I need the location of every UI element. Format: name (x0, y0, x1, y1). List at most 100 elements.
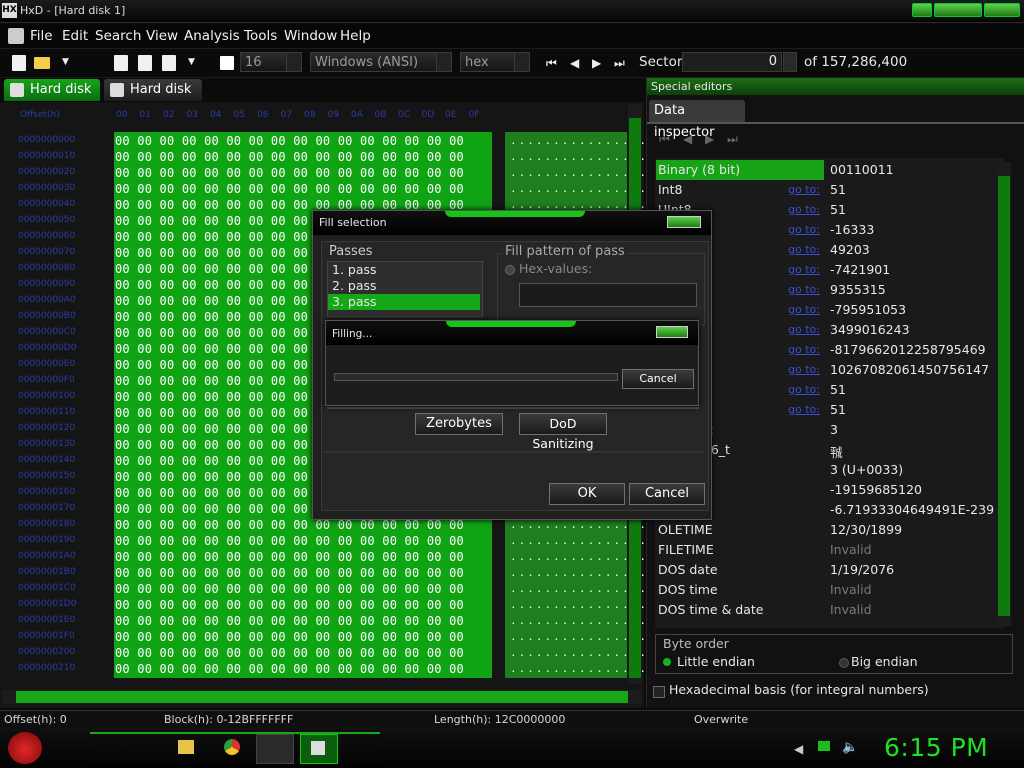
inspector-value: -16333 (830, 222, 875, 237)
start-button-icon[interactable] (8, 732, 42, 764)
taskbar-app-button[interactable] (256, 734, 294, 764)
chevron-down-icon[interactable]: ▼ (188, 57, 195, 67)
inspector-row[interactable]: DOS date 1/19/2076 (656, 560, 996, 580)
page-icon[interactable] (162, 55, 176, 71)
inspector-row[interactable]: Int8 go to: 51 (656, 180, 996, 200)
first-icon[interactable]: ⏮ (659, 132, 670, 147)
go-to-link[interactable]: go to: (788, 343, 820, 356)
close-button[interactable] (984, 3, 1020, 17)
chevron-down-icon[interactable]: ▼ (62, 57, 69, 67)
new-file-icon[interactable] (12, 55, 26, 71)
go-to-link[interactable]: go to: (788, 283, 820, 296)
go-to-link[interactable]: go to: (788, 323, 820, 336)
offset-cell: 00000001E0 (18, 615, 76, 625)
hex-values-input[interactable] (519, 283, 697, 307)
tab-data-inspector[interactable]: Data inspector (649, 100, 745, 140)
offset-cell: 00000001C0 (18, 583, 76, 593)
inspector-scrollbar[interactable] (997, 162, 1011, 626)
sector-input[interactable]: 0 (682, 52, 782, 72)
menu-window[interactable]: Window (284, 28, 337, 44)
cancel-button[interactable]: Cancel (629, 483, 705, 505)
last-icon[interactable]: ⏭ (727, 132, 738, 147)
menu-view[interactable]: View (146, 28, 178, 44)
maximize-button[interactable] (934, 3, 982, 17)
document-icon[interactable] (8, 28, 24, 44)
go-to-link[interactable]: go to: (788, 403, 820, 416)
folder-icon[interactable] (178, 740, 194, 754)
hex-row[interactable]: 00 00 00 00 00 00 00 00 00 00 00 00 00 0… (115, 550, 464, 564)
save-icon[interactable] (114, 55, 128, 71)
menu-help[interactable]: Help (340, 28, 371, 44)
pass-item[interactable]: 1. pass (328, 262, 480, 278)
horizontal-scrollbar[interactable] (2, 690, 642, 704)
hex-row[interactable]: 00 00 00 00 00 00 00 00 00 00 00 00 00 0… (115, 182, 464, 196)
hex-row[interactable]: 00 00 00 00 00 00 00 00 00 00 00 00 00 0… (115, 566, 464, 580)
inspector-row[interactable]: DOS time & date Invalid (656, 600, 996, 620)
hex-row[interactable]: 00 00 00 00 00 00 00 00 00 00 00 00 00 0… (115, 582, 464, 596)
menu-analysis[interactable]: Analysis (184, 28, 240, 44)
menu-file[interactable]: File (30, 28, 53, 44)
hex-row[interactable]: 00 00 00 00 00 00 00 00 00 00 00 00 00 0… (115, 662, 464, 676)
charset-select[interactable]: Windows (ANSI) (310, 52, 452, 72)
minimize-button[interactable] (912, 3, 932, 17)
pass-item-selected[interactable]: 3. pass (328, 294, 480, 310)
go-to-link[interactable]: go to: (788, 243, 820, 256)
pass-item[interactable]: 2. pass (328, 278, 480, 294)
hex-row[interactable]: 00 00 00 00 00 00 00 00 00 00 00 00 00 0… (115, 646, 464, 660)
hex-row[interactable]: 00 00 00 00 00 00 00 00 00 00 00 00 00 0… (115, 150, 464, 164)
hex-row[interactable]: 00 00 00 00 00 00 00 00 00 00 00 00 00 0… (115, 598, 464, 612)
next-icon[interactable]: ▶ (705, 132, 714, 146)
bytes-per-row-select[interactable]: 16 (240, 52, 302, 72)
inspector-row[interactable]: OLETIME 12/30/1899 (656, 520, 996, 540)
display-select[interactable]: hex (460, 52, 530, 72)
hex-row[interactable]: 00 00 00 00 00 00 00 00 00 00 00 00 00 0… (115, 166, 464, 180)
dod-sanitizing-button[interactable]: DoD Sanitizing (519, 413, 607, 451)
inspector-value: -6.71933304649491E-239 (830, 502, 995, 517)
passes-list[interactable]: 1. pass 2. pass 3. pass (327, 261, 483, 317)
hex-row[interactable]: 00 00 00 00 00 00 00 00 00 00 00 00 00 0… (115, 534, 464, 548)
dialog-close-button[interactable] (667, 216, 701, 228)
taskbar-hxd-button[interactable] (300, 734, 338, 764)
arrow-icon[interactable]: ◀ (794, 742, 803, 756)
go-to-link[interactable]: go to: (788, 203, 820, 216)
clock[interactable]: 6:15 PM (884, 733, 988, 762)
hex-row[interactable]: 00 00 00 00 00 00 00 00 00 00 00 00 00 0… (115, 134, 464, 148)
last-sector-icon[interactable]: ⏭ (614, 56, 625, 71)
speaker-icon[interactable]: 🔈 (842, 740, 858, 755)
inspector-row[interactable]: FILETIME Invalid (656, 540, 996, 560)
hex-basis-checkbox[interactable] (653, 686, 665, 698)
open-folder-icon[interactable] (34, 57, 50, 69)
chrome-icon[interactable] (224, 739, 240, 755)
window-icon[interactable] (220, 56, 234, 70)
big-endian-radio[interactable] (839, 658, 849, 668)
network-icon[interactable] (818, 741, 830, 751)
prev-sector-icon[interactable]: ◀ (570, 56, 579, 70)
hex-column-label: 04 (210, 110, 222, 120)
disk-icon[interactable] (138, 55, 152, 71)
progress-cancel-button[interactable]: Cancel (622, 369, 694, 389)
go-to-link[interactable]: go to: (788, 263, 820, 276)
inspector-row[interactable]: DOS time Invalid (656, 580, 996, 600)
go-to-link[interactable]: go to: (788, 303, 820, 316)
prev-icon[interactable]: ◀ (683, 132, 692, 146)
sector-spinner[interactable] (783, 52, 797, 72)
go-to-link[interactable]: go to: (788, 363, 820, 376)
menu-search[interactable]: Search (95, 28, 141, 44)
progress-close-button[interactable] (656, 326, 688, 338)
go-to-link[interactable]: go to: (788, 383, 820, 396)
zerobytes-button[interactable]: Zerobytes (415, 413, 503, 435)
hex-row[interactable]: 00 00 00 00 00 00 00 00 00 00 00 00 00 0… (115, 630, 464, 644)
first-sector-icon[interactable]: ⏮ (546, 56, 557, 71)
hex-row[interactable]: 00 00 00 00 00 00 00 00 00 00 00 00 00 0… (115, 614, 464, 628)
menu-edit[interactable]: Edit (62, 28, 88, 44)
hex-values-radio[interactable] (505, 265, 515, 275)
menu-tools[interactable]: Tools (244, 28, 277, 44)
next-sector-icon[interactable]: ▶ (592, 56, 601, 70)
go-to-link[interactable]: go to: (788, 223, 820, 236)
go-to-link[interactable]: go to: (788, 183, 820, 196)
ok-button[interactable]: OK (549, 483, 625, 505)
offset-cell: 00000000A0 (18, 295, 76, 305)
inspector-row[interactable]: Binary (8 bit) 00110011 (656, 160, 996, 180)
little-endian-radio[interactable] (663, 658, 671, 666)
hex-row[interactable]: 00 00 00 00 00 00 00 00 00 00 00 00 00 0… (115, 518, 464, 532)
